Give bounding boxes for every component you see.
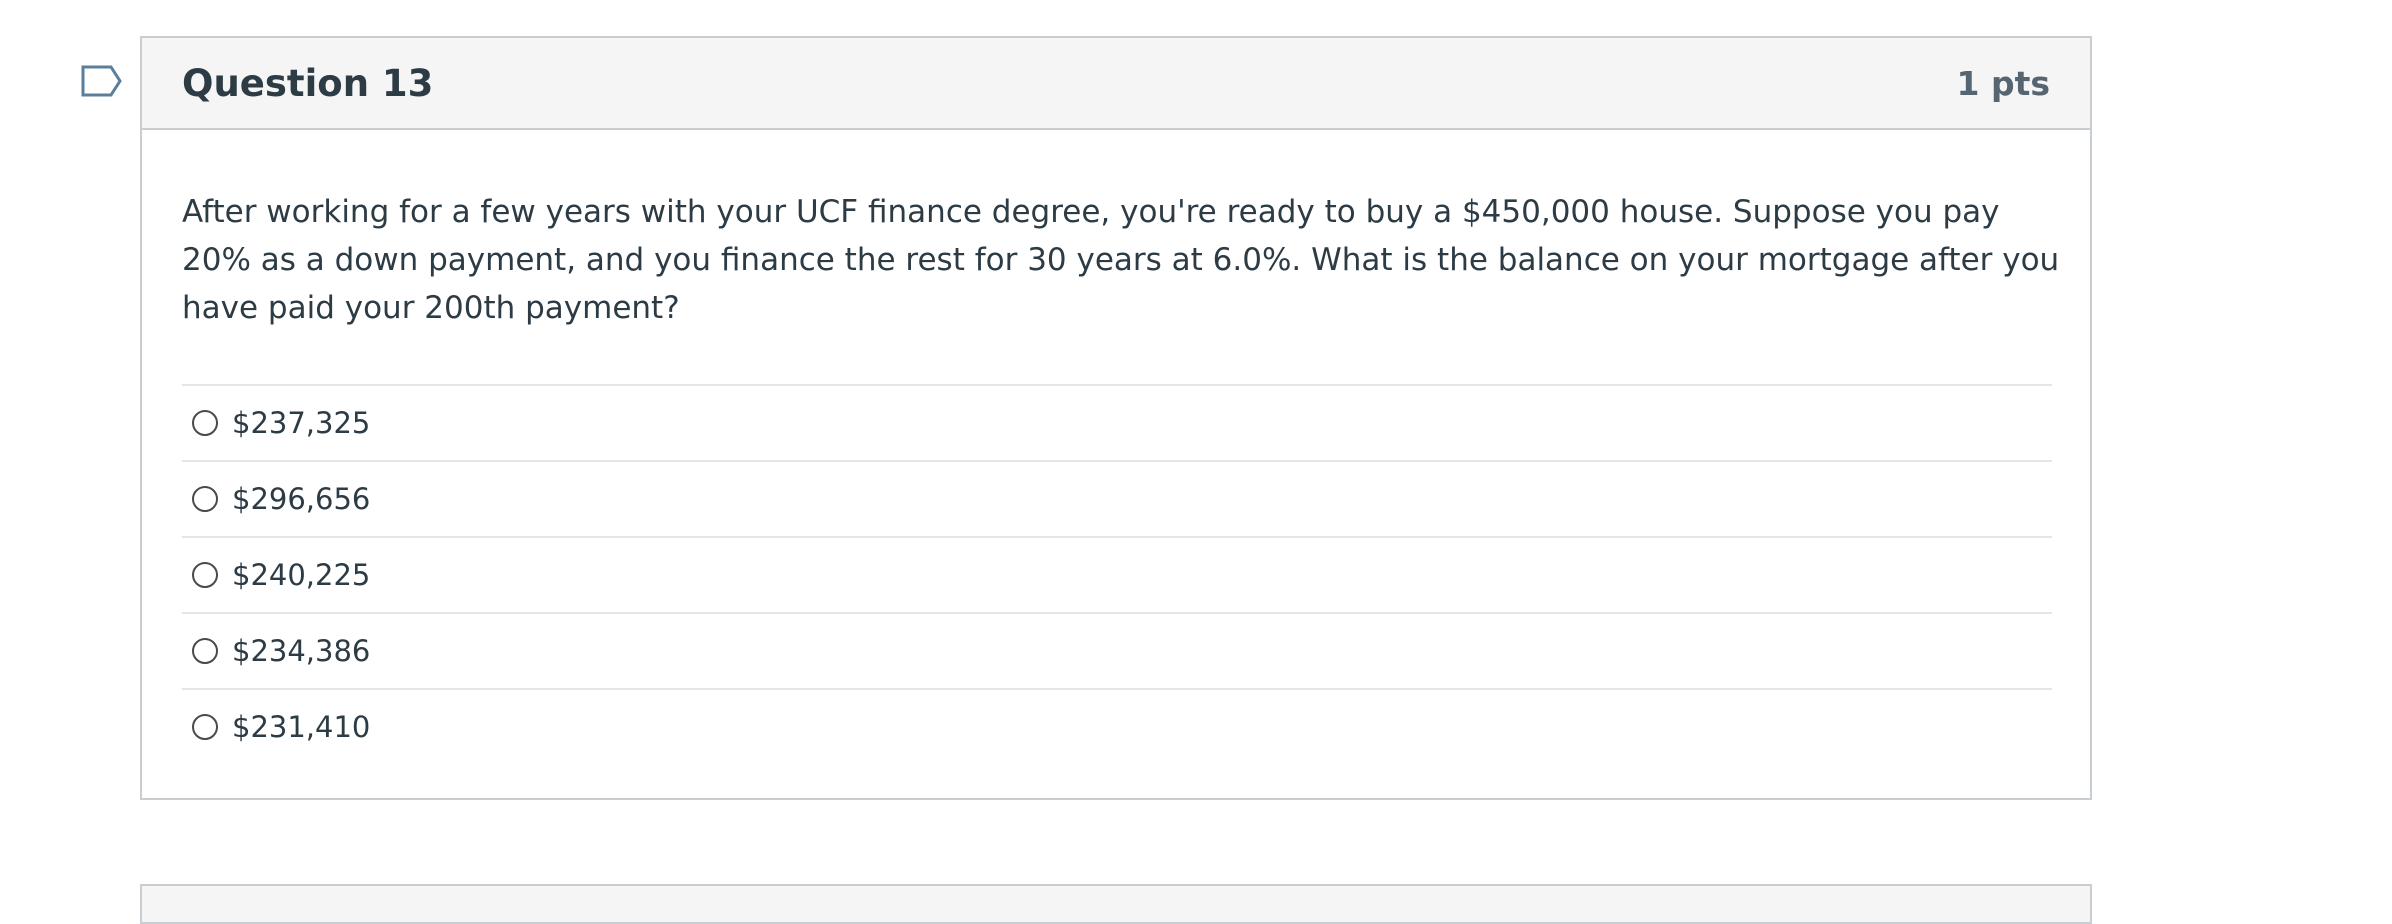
answer-option[interactable]: $234,386 xyxy=(182,612,2052,688)
answer-label: $231,410 xyxy=(232,710,371,744)
question-header: Question 13 1 pts xyxy=(142,38,2090,130)
question-card: Question 13 1 pts After working for a fe… xyxy=(140,36,2092,800)
answer-option[interactable]: $237,325 xyxy=(182,384,2052,460)
answer-list: $237,325 $296,656 $240,225 $234,386 $231… xyxy=(182,384,2052,764)
question-body: After working for a few years with your … xyxy=(142,130,2090,764)
question-points: 1 pts xyxy=(1956,63,2051,103)
radio-unselected-icon[interactable] xyxy=(192,486,218,512)
radio-unselected-icon[interactable] xyxy=(192,638,218,664)
flag-question-icon[interactable] xyxy=(80,64,124,98)
answer-option[interactable]: $231,410 xyxy=(182,688,2052,764)
answer-label: $237,325 xyxy=(232,406,371,440)
radio-unselected-icon[interactable] xyxy=(192,410,218,436)
radio-unselected-icon[interactable] xyxy=(192,714,218,740)
answer-option[interactable]: $240,225 xyxy=(182,536,2052,612)
next-question-card xyxy=(140,884,2092,924)
answer-label: $296,656 xyxy=(232,482,371,516)
radio-unselected-icon[interactable] xyxy=(192,562,218,588)
answer-label: $234,386 xyxy=(232,634,371,668)
question-text: After working for a few years with your … xyxy=(182,194,2060,326)
answer-label: $240,225 xyxy=(232,558,371,592)
answer-option[interactable]: $296,656 xyxy=(182,460,2052,536)
question-title: Question 13 xyxy=(182,61,434,105)
